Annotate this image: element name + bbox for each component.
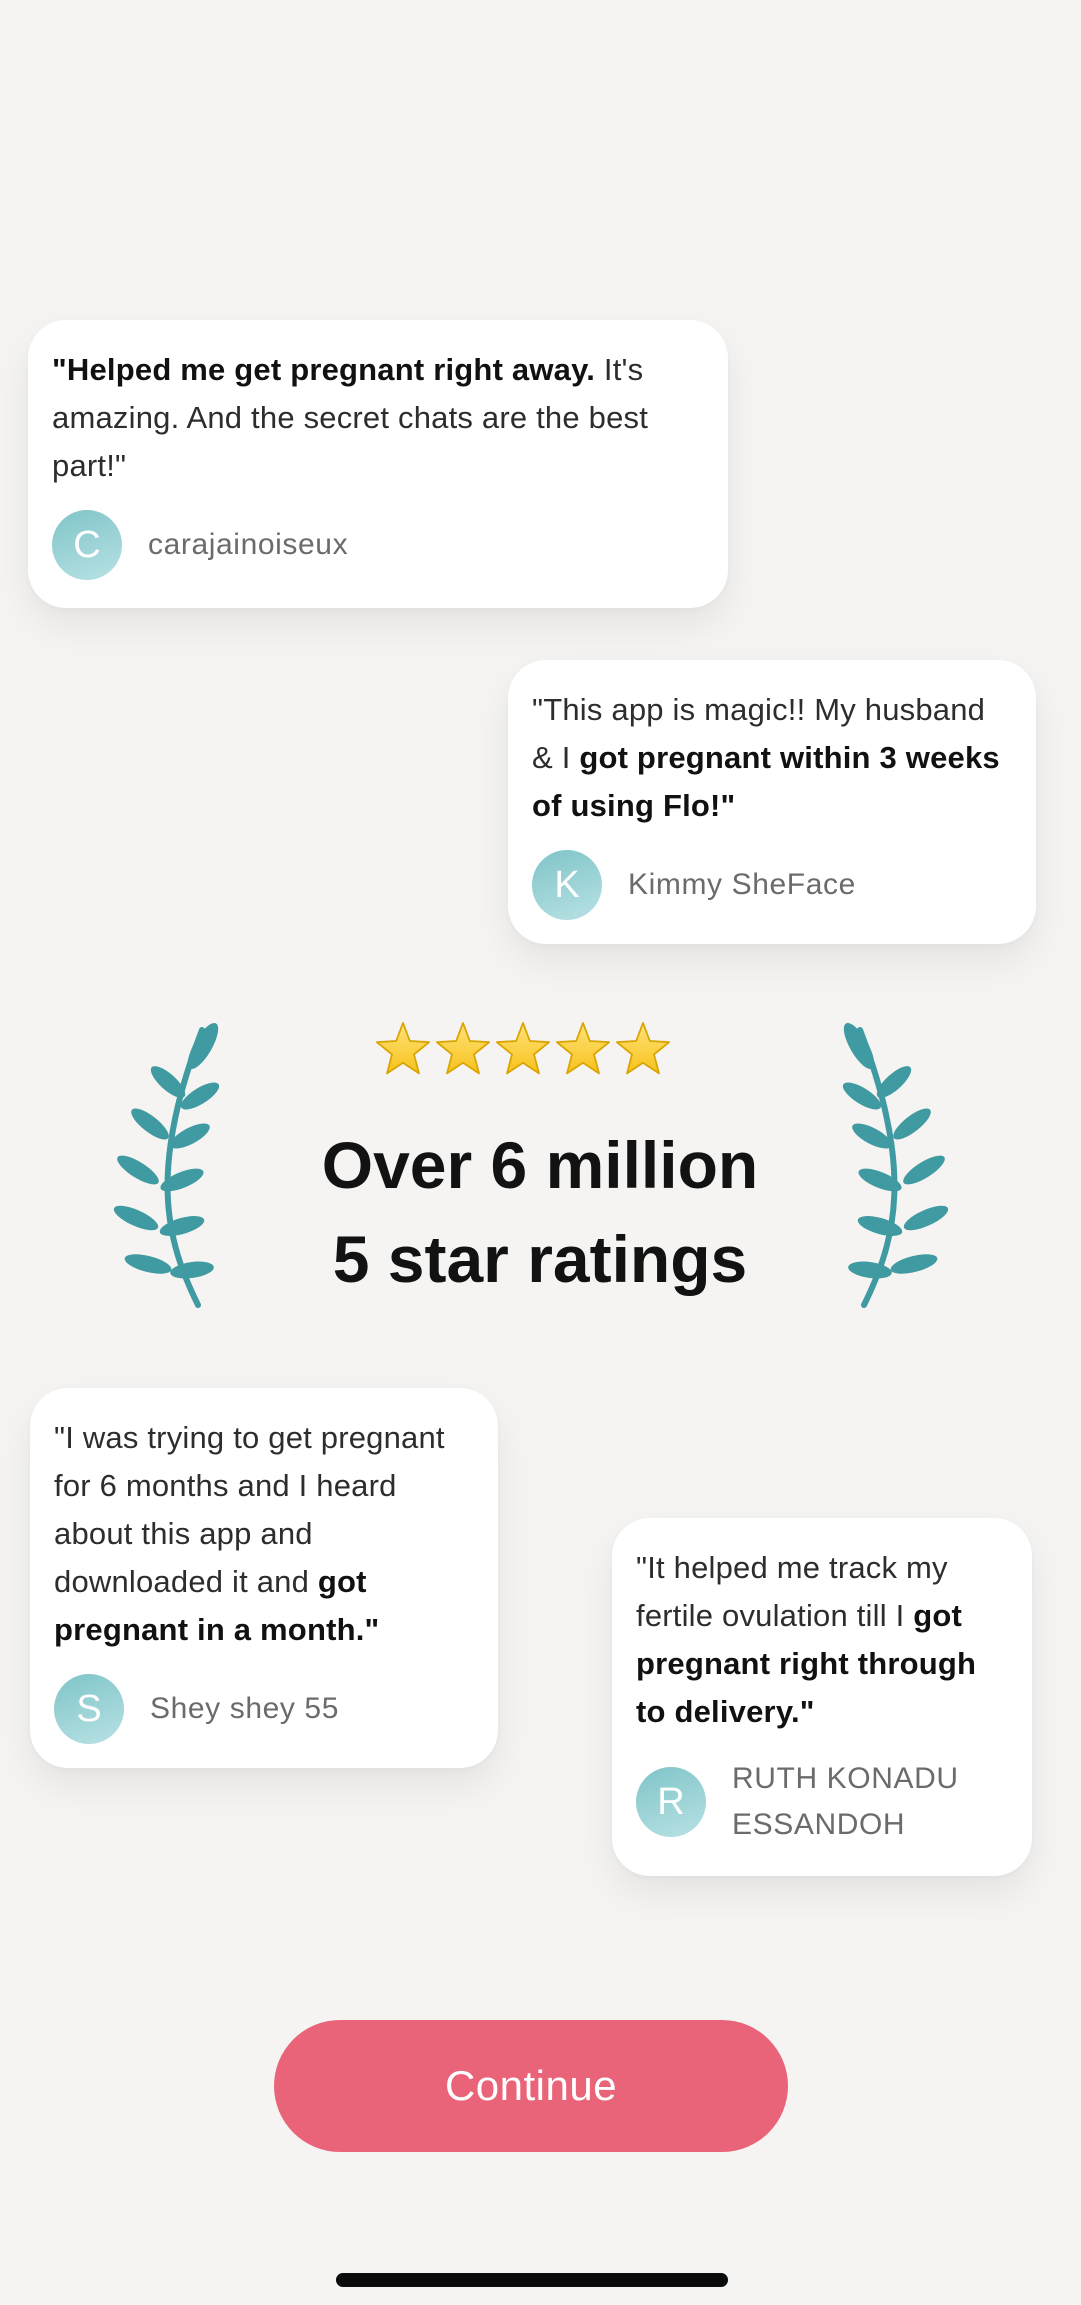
star-rating bbox=[374, 1020, 672, 1078]
laurel-right-icon bbox=[836, 1020, 956, 1320]
star-icon bbox=[494, 1020, 552, 1078]
review-quote-part: "I was trying to get pregnant for 6 mont… bbox=[54, 1420, 445, 1599]
avatar: C bbox=[52, 510, 122, 580]
home-indicator[interactable] bbox=[336, 2273, 728, 2287]
review-author: R RUTH KONADU ESSANDOH bbox=[636, 1756, 1008, 1848]
review-author-name: carajainoiseux bbox=[148, 528, 349, 561]
avatar: R bbox=[636, 1767, 706, 1837]
star-icon bbox=[614, 1020, 672, 1078]
review-quote: "Helped me get pregnant right away. It's… bbox=[52, 346, 704, 490]
review-quote: "This app is magic!! My husband & I got … bbox=[532, 686, 1012, 830]
review-quote-part: "Helped me get pregnant right away. bbox=[52, 352, 604, 387]
avatar: K bbox=[532, 850, 602, 920]
review-quote: "I was trying to get pregnant for 6 mont… bbox=[54, 1414, 474, 1654]
review-author-name: Kimmy SheFace bbox=[628, 868, 856, 901]
review-quote-part: got pregnant within 3 weeks of using Flo… bbox=[532, 740, 1000, 823]
laurel-left-icon bbox=[106, 1020, 226, 1320]
star-icon bbox=[554, 1020, 612, 1078]
review-card: "Helped me get pregnant right away. It's… bbox=[28, 320, 728, 608]
review-card: "It helped me track my fertile ovulation… bbox=[612, 1518, 1032, 1876]
ratings-screen: "Helped me get pregnant right away. It's… bbox=[0, 0, 1081, 2305]
star-icon bbox=[374, 1020, 432, 1078]
review-author: K Kimmy SheFace bbox=[532, 850, 1012, 920]
star-icon bbox=[434, 1020, 492, 1078]
review-author-name: Shey shey 55 bbox=[150, 1692, 339, 1725]
review-author-name: RUTH KONADU ESSANDOH bbox=[732, 1762, 959, 1841]
continue-button[interactable]: Continue bbox=[274, 2020, 788, 2152]
review-quote: "It helped me track my fertile ovulation… bbox=[636, 1544, 1008, 1736]
avatar: S bbox=[54, 1674, 124, 1744]
review-card: "This app is magic!! My husband & I got … bbox=[508, 660, 1036, 944]
rating-section: Over 6 million 5 star ratings bbox=[0, 1010, 1081, 1330]
review-card: "I was trying to get pregnant for 6 mont… bbox=[30, 1388, 498, 1768]
review-author: C carajainoiseux bbox=[52, 510, 704, 580]
review-author: S Shey shey 55 bbox=[54, 1674, 474, 1744]
ratings-headline-line1: Over 6 million bbox=[321, 1128, 759, 1202]
review-quote-part: "It helped me track my fertile ovulation… bbox=[636, 1550, 948, 1633]
ratings-headline-line2: 5 star ratings bbox=[332, 1222, 748, 1296]
